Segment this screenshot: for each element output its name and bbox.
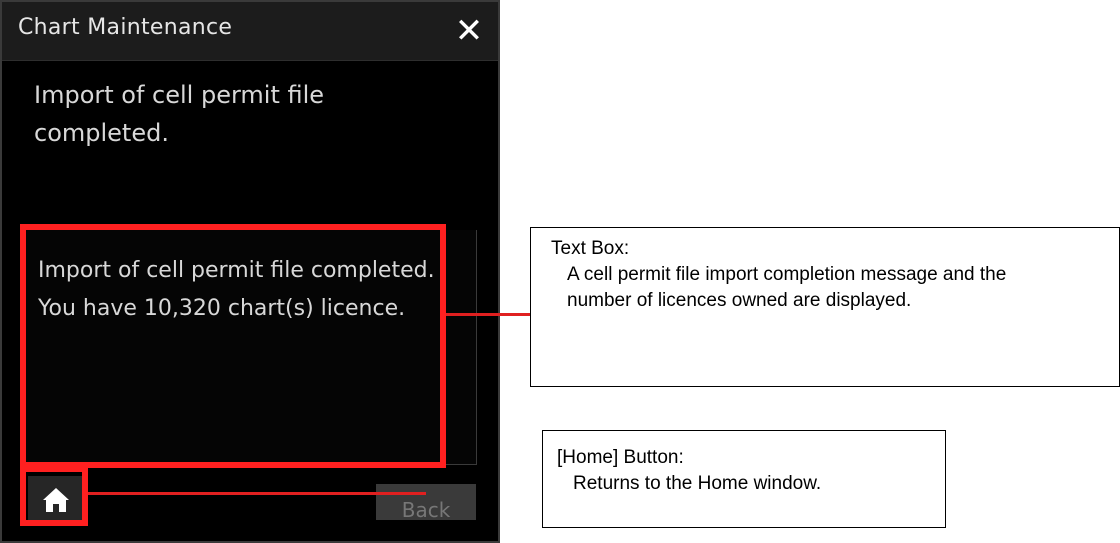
dialog-title: Chart Maintenance [18,15,233,40]
home-button-callout-heading: [Home] Button: [557,447,684,468]
text-box: Import of cell permit file completed. Yo… [26,230,477,465]
text-box-callout-heading: Text Box: [551,238,630,259]
home-button-callout: [Home] Button: Returns to the Home windo… [542,430,946,528]
text-box-line-1: Import of cell permit file completed. [38,258,435,283]
text-box-line-2: You have 10,320 chart(s) licence. [38,296,406,321]
back-button[interactable]: Back [376,484,476,520]
home-button-leader-line [88,492,426,495]
home-button-callout-body: Returns to the Home window. [573,473,822,494]
header-message: Import of cell permit file completed. [34,81,325,147]
text-box-callout-body: A cell permit file import completion mes… [567,264,1007,311]
home-icon [43,488,69,512]
back-button-label: Back [401,498,451,520]
home-button[interactable] [28,476,84,524]
text-box-callout: Text Box: A cell permit file import comp… [530,227,1120,387]
text-box-leader-line [446,313,530,316]
chart-maintenance-dialog: Chart Maintenance ✕ Import of cell permi… [0,0,500,543]
title-bar: Chart Maintenance ✕ [2,2,498,61]
close-button[interactable]: ✕ [450,12,488,50]
text-box-message: Import of cell permit file completed. Yo… [38,252,448,328]
